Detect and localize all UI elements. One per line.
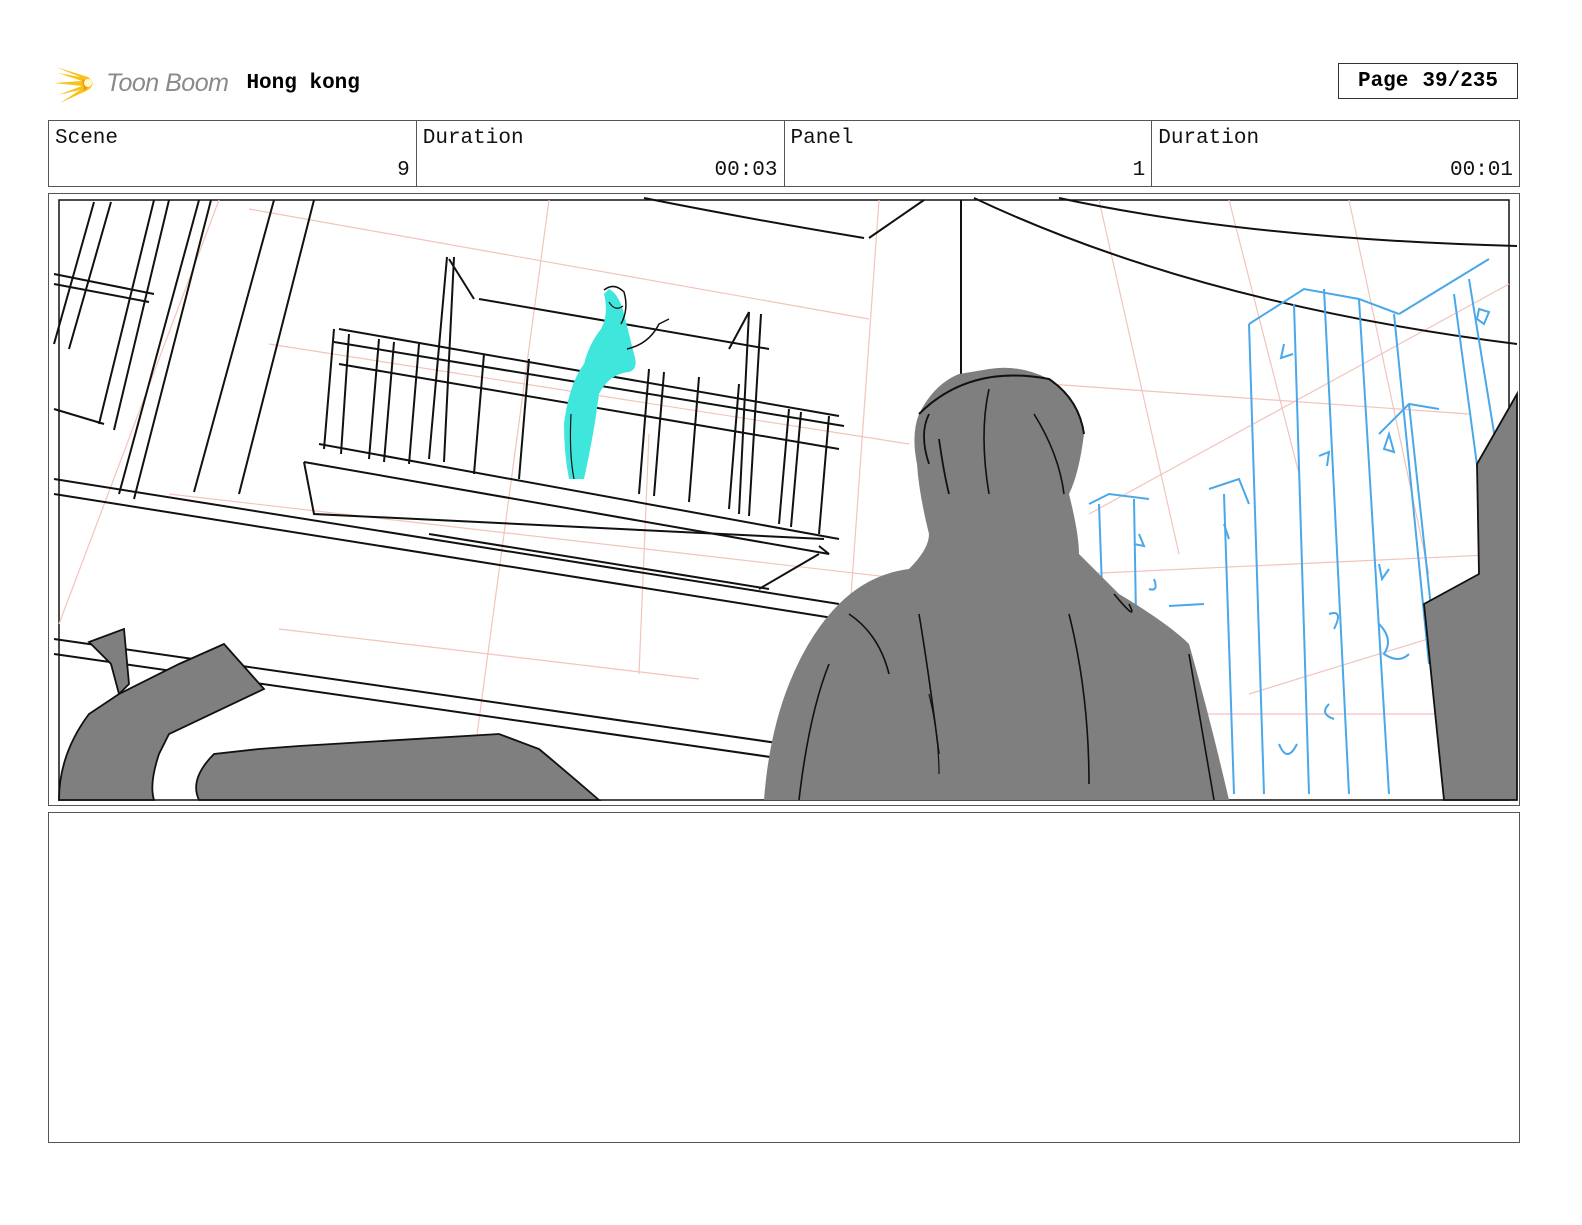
panel-notes-area [48, 812, 1520, 1143]
page-label: Page [1357, 69, 1409, 93]
storyboard-header: Toon Boom Hong kong [52, 56, 360, 110]
storyboard-panel [48, 193, 1520, 806]
logo-text: Toon Boom [106, 68, 229, 97]
toon-boom-logo: Toon Boom [52, 59, 229, 107]
panel-sketch [53, 197, 1518, 801]
starburst-icon [54, 67, 93, 103]
panel-value: 1 [1132, 159, 1146, 182]
project-title: Hong kong [246, 71, 360, 95]
scene-duration-cell: Duration 00:03 [417, 121, 785, 186]
info-bar: Scene 9 Duration 00:03 Panel 1 Duration … [48, 120, 1520, 187]
scene-value: 9 [397, 159, 410, 182]
panel-duration-cell: Duration 00:01 [1152, 121, 1519, 186]
panel-duration-label: Duration [1158, 127, 1260, 150]
page-indicator: Page 39/235 [1338, 63, 1518, 99]
scene-label: Scene [55, 127, 119, 150]
panel-duration-value: 00:01 [1449, 159, 1513, 182]
page-number: 39/235 [1422, 69, 1499, 93]
panel-cell: Panel 1 [785, 121, 1153, 186]
scene-duration-value: 00:03 [714, 159, 778, 182]
panel-label: Panel [790, 127, 854, 150]
scene-duration-label: Duration [422, 127, 524, 150]
scene-cell: Scene 9 [49, 121, 417, 186]
